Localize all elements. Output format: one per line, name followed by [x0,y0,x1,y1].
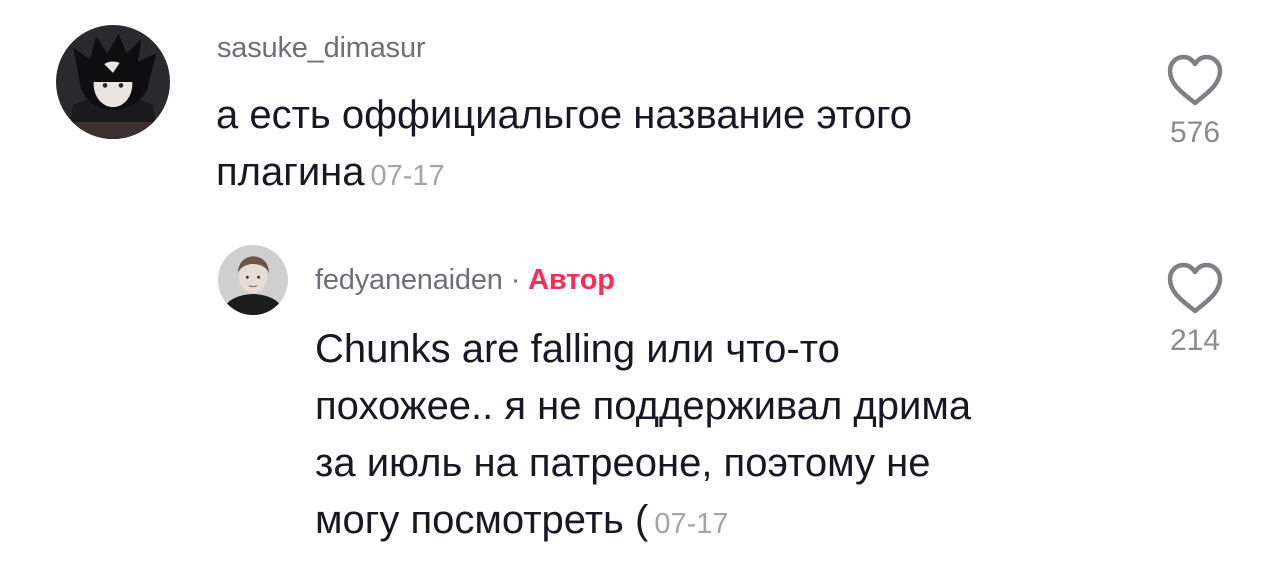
comment-text-line: а есть оффициальгое название этого [216,93,912,137]
comment-text-line: за июль на патреоне, поэтому не [315,441,931,485]
comment-text-line: Chunks are falling или что-то [315,327,840,371]
like-button[interactable]: 214 [1150,262,1240,358]
comment-text-line-last: плагина 07-17 [216,144,912,205]
comment-text-line: похожее.. я не поддерживал дрима [315,384,972,428]
comment-text: Chunks are falling или что-то похожее.. … [315,321,971,553]
heart-outline-icon [1167,262,1223,314]
avatar[interactable] [218,245,288,315]
username[interactable]: fedyanenaiden [315,264,503,296]
heart-outline-icon [1167,54,1223,106]
comment-text-line-last: могу посмотреть (07-17 [315,492,971,553]
avatar-image [56,25,170,139]
username[interactable]: sasuke_dimasur [217,32,426,65]
comment-date: 07-17 [654,508,729,540]
comment-text-line: могу посмотреть ( [315,498,649,542]
like-count: 576 [1169,116,1221,149]
avatar[interactable] [56,25,170,139]
comment-text: а есть оффициальгое название этого плаги… [216,87,912,205]
separator-dot: · [510,264,521,296]
like-count: 214 [1169,324,1221,357]
comment-date: 07-17 [370,160,445,192]
comment-text-line: плагина [216,150,365,194]
avatar-image [218,245,288,315]
author-badge: Автор [528,264,615,296]
username-row: fedyanenaiden · Автор [315,264,615,297]
like-button[interactable]: 576 [1150,54,1240,150]
